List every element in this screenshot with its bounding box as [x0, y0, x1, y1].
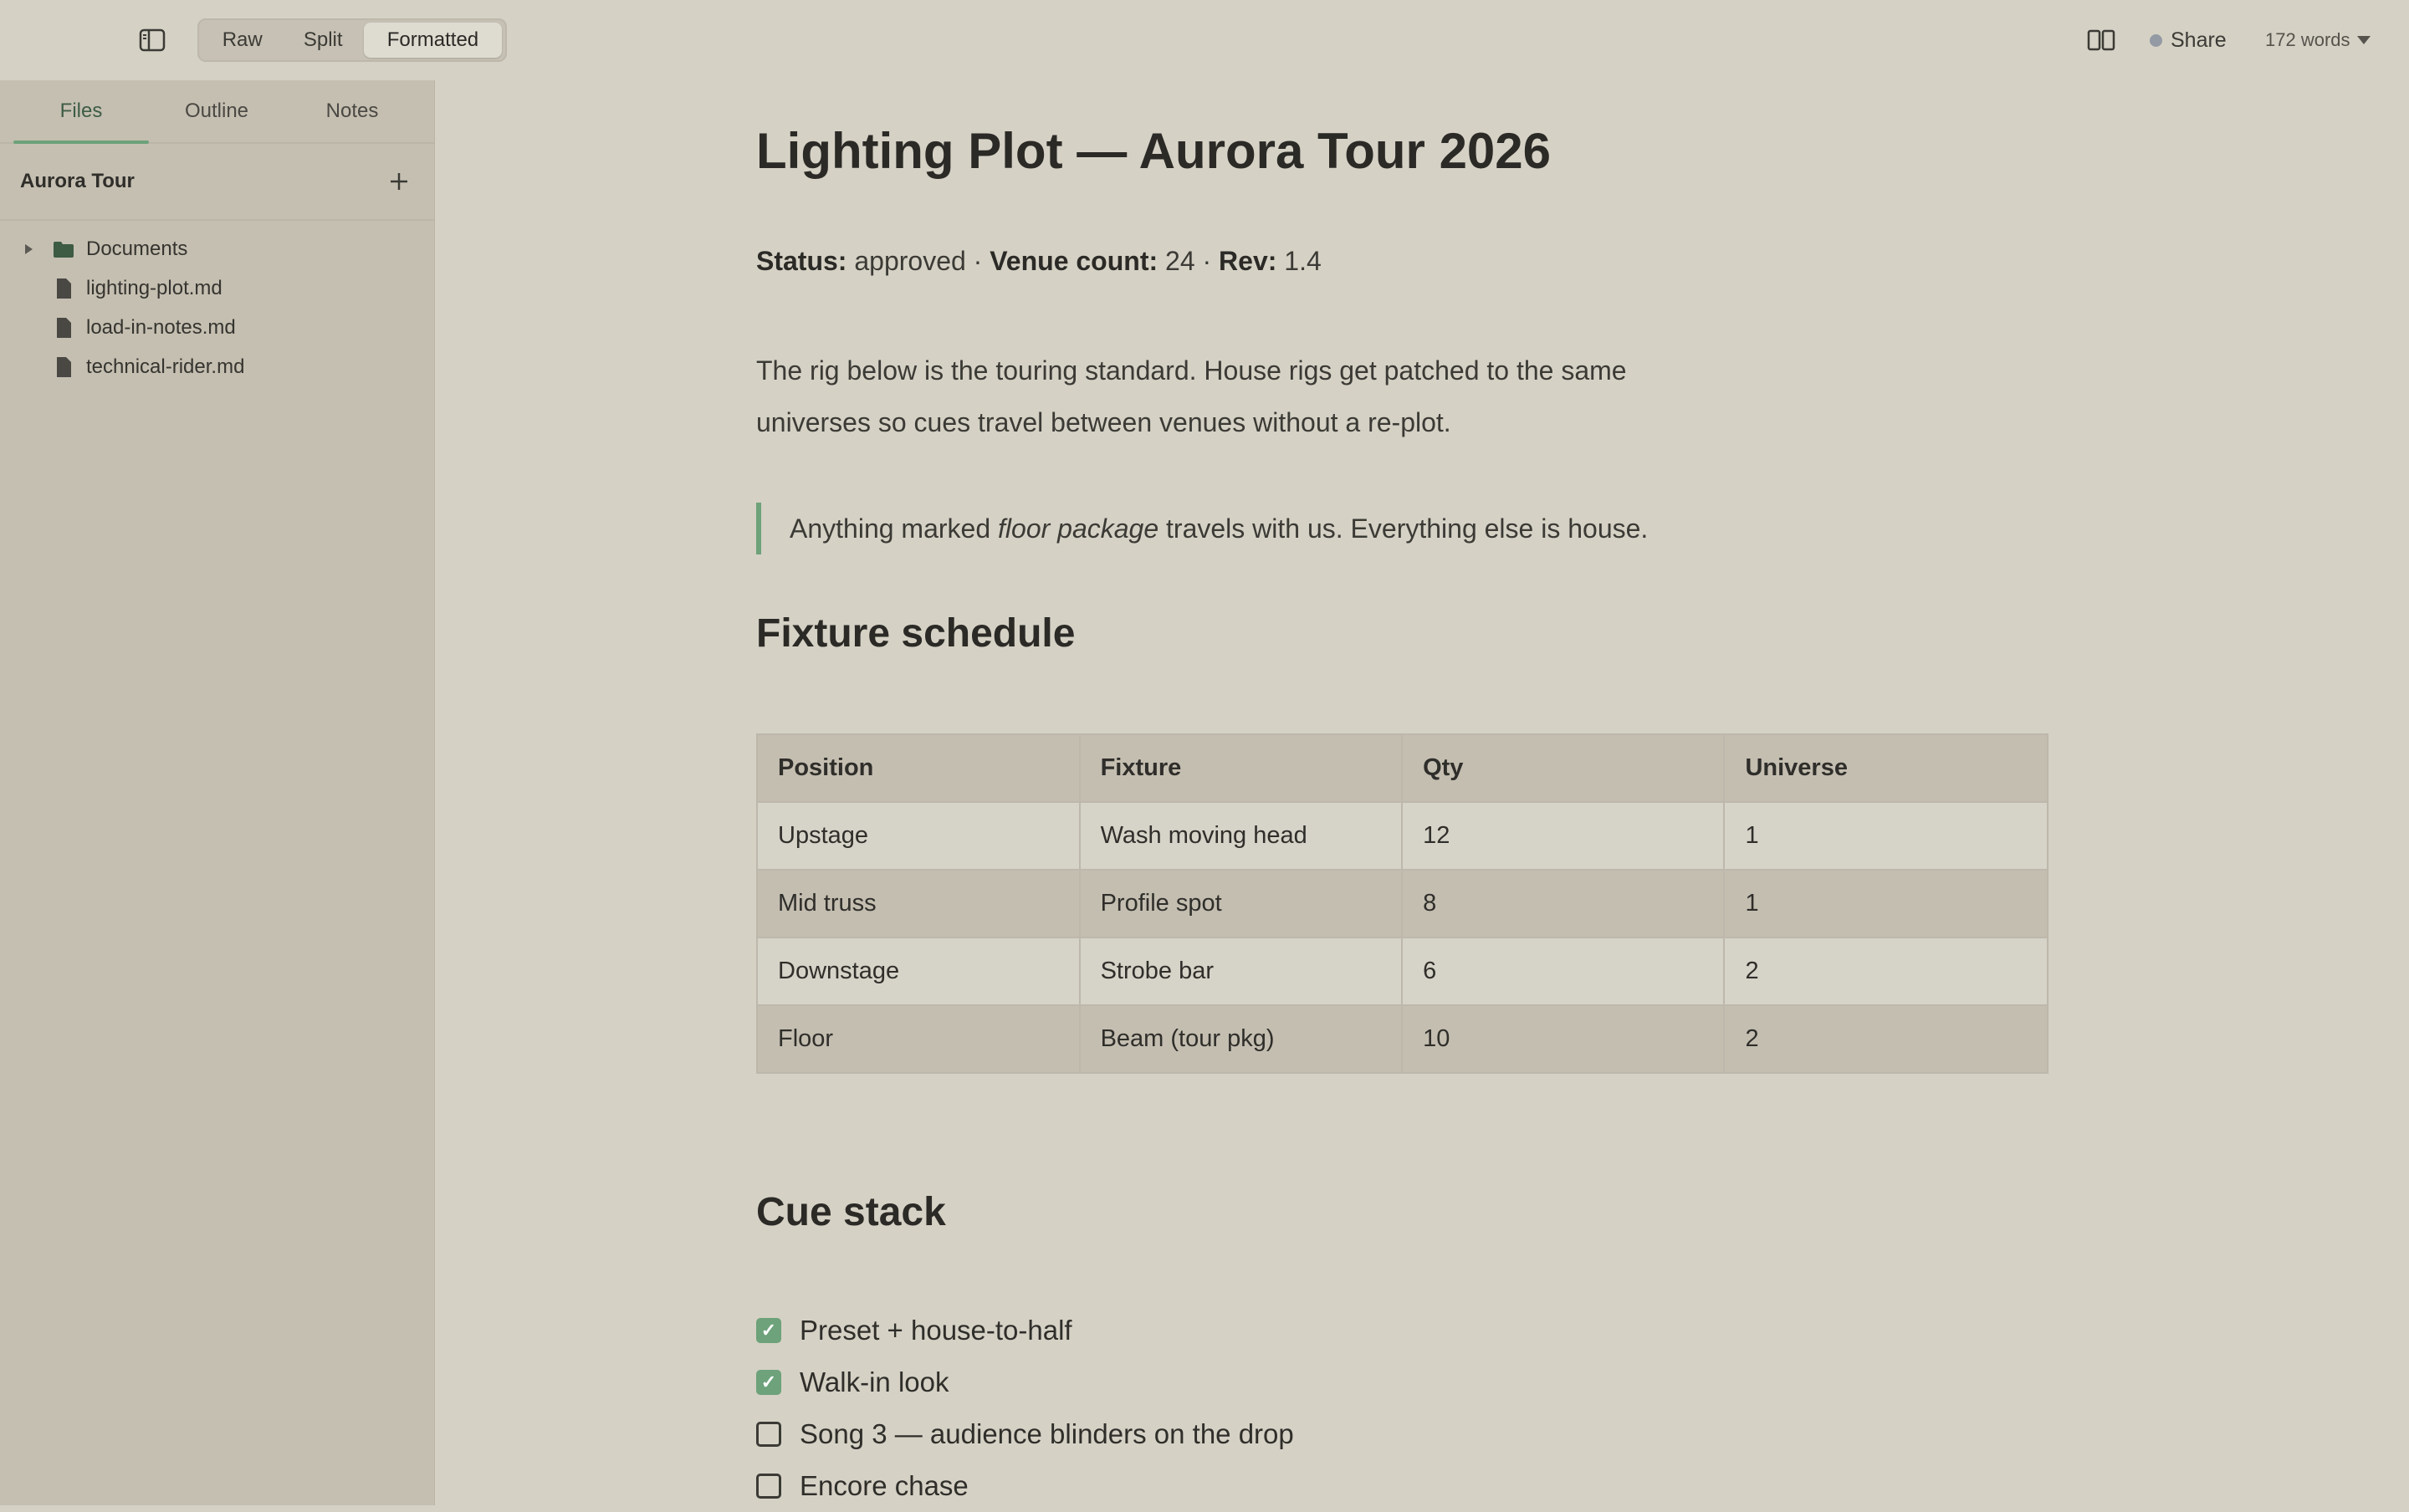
- mode-split-button[interactable]: Split: [282, 23, 363, 58]
- share-button[interactable]: Share: [2150, 23, 2227, 57]
- word-count-label: 172 words: [2265, 29, 2350, 50]
- status-label: Status:: [756, 246, 847, 276]
- tree-item-load-in-notes[interactable]: load-in-notes.md: [0, 308, 434, 347]
- cue-stack-heading: Cue stack: [756, 1190, 946, 1234]
- table-header: Qty: [1401, 733, 1726, 803]
- file-icon: [53, 356, 74, 378]
- tab-outline[interactable]: Outline: [149, 80, 284, 142]
- table-cell: Floor: [756, 1004, 1081, 1074]
- intro-paragraph: The rig below is the touring standard. H…: [756, 355, 1627, 437]
- check-icon: ✓: [760, 1320, 777, 1341]
- folder-icon: [53, 238, 74, 260]
- table-header-row: Position Fixture Qty Universe: [756, 733, 2048, 803]
- share-label: Share: [2171, 28, 2227, 52]
- presence-dot-icon: [2150, 33, 2162, 47]
- task-label: Walk-in look: [800, 1366, 949, 1397]
- tree-item-technical-rider[interactable]: technical-rider.md: [0, 347, 434, 386]
- checkbox-checked[interactable]: ✓: [756, 1370, 781, 1395]
- rev-value: 1.4: [1284, 246, 1322, 276]
- venue-count-label: Venue count:: [990, 246, 1158, 276]
- view-mode-switch: Raw Split Formatted: [197, 18, 507, 62]
- project-header: Aurora Tour: [0, 144, 434, 221]
- check-icon: ✓: [760, 1372, 777, 1392]
- status-value: approved: [854, 246, 966, 276]
- tree-item-label: Documents: [86, 237, 188, 260]
- tab-files[interactable]: Files: [13, 80, 149, 144]
- table-cell: 10: [1401, 1004, 1726, 1074]
- file-icon: [53, 278, 74, 299]
- mode-raw-button[interactable]: Raw: [202, 23, 282, 58]
- table-row: Downstage Strobe bar 6 2: [756, 937, 2048, 1006]
- quote-emphasis: floor package: [998, 513, 1159, 544]
- document-meta: Status: approved · Venue count: 24 · Rev…: [756, 246, 1322, 277]
- table-cell: Mid truss: [756, 869, 1081, 938]
- task-label: Song 3 — audience blinders on the drop: [800, 1418, 1294, 1449]
- table-row: Mid truss Profile spot 8 1: [756, 869, 2048, 938]
- blockquote: Anything marked floor package travels wi…: [756, 503, 1648, 554]
- table-cell: Upstage: [756, 801, 1081, 871]
- word-count-dropdown[interactable]: 172 words: [2265, 23, 2371, 57]
- checkbox-unchecked[interactable]: [756, 1422, 781, 1447]
- table-cell: 2: [1723, 937, 2048, 1006]
- table-cell: Profile spot: [1078, 869, 1404, 938]
- task-item: ✓ Preset + house-to-half: [756, 1305, 1294, 1356]
- sidebar: Files Outline Notes Aurora Tour Document…: [0, 80, 435, 1505]
- document-title: Lighting Plot — Aurora Tour 2026: [756, 123, 1552, 179]
- tree-item-lighting-plot[interactable]: lighting-plot.md: [0, 268, 434, 308]
- task-item: Encore chase: [756, 1460, 1294, 1512]
- fixture-schedule-heading: Fixture schedule: [756, 611, 1076, 656]
- checkbox-unchecked[interactable]: [756, 1474, 781, 1499]
- table-row: Upstage Wash moving head 12 1: [756, 801, 2048, 871]
- table-cell: 1: [1723, 801, 2048, 871]
- chevron-right-icon[interactable]: [25, 243, 33, 254]
- task-label: Encore chase: [800, 1470, 969, 1501]
- tree-item-documents[interactable]: Documents: [0, 229, 434, 268]
- table-cell: 1: [1723, 869, 2048, 938]
- table-cell: 2: [1723, 1004, 2048, 1074]
- project-name: Aurora Tour: [20, 170, 135, 192]
- venue-count-value: 24: [1165, 246, 1195, 276]
- task-item: Song 3 — audience blinders on the drop: [756, 1408, 1294, 1460]
- table-cell: Downstage: [756, 937, 1081, 1006]
- sidebar-tabs: Files Outline Notes: [0, 80, 434, 144]
- table-cell: Wash moving head: [1078, 801, 1404, 871]
- quote-text-after: travels with us. Everything else is hous…: [1158, 513, 1649, 544]
- fixture-table: Position Fixture Qty Universe Upstage Wa…: [756, 733, 2048, 1074]
- table-cell: 6: [1401, 937, 1726, 1006]
- rev-label: Rev:: [1219, 246, 1277, 276]
- task-label: Preset + house-to-half: [800, 1315, 1072, 1346]
- mode-formatted-button[interactable]: Formatted: [363, 23, 502, 58]
- quote-text-before: Anything marked: [790, 513, 999, 544]
- meta-separator: ·: [973, 246, 983, 276]
- table-header: Universe: [1723, 733, 2048, 803]
- table-header: Position: [756, 733, 1081, 803]
- tree-item-label: lighting-plot.md: [86, 276, 222, 299]
- table-row: Floor Beam (tour pkg) 10 2: [756, 1004, 2048, 1074]
- tree-item-label: technical-rider.md: [86, 355, 245, 378]
- chevron-down-icon: [2356, 36, 2371, 44]
- table-header: Fixture: [1078, 733, 1404, 803]
- meta-separator: ·: [1202, 246, 1212, 276]
- table-cell: 8: [1401, 869, 1726, 938]
- file-icon: [53, 317, 74, 339]
- task-item: ✓ Walk-in look: [756, 1356, 1294, 1408]
- file-tree: Documents lighting-plot.md load-in-notes…: [0, 221, 434, 386]
- tree-item-label: load-in-notes.md: [86, 315, 236, 339]
- table-cell: Strobe bar: [1078, 937, 1404, 1006]
- table-cell: 12: [1401, 801, 1726, 871]
- top-toolbar: Raw Split Formatted Share 172 words: [0, 0, 2409, 80]
- task-list: ✓ Preset + house-to-half ✓ Walk-in look …: [756, 1305, 1294, 1512]
- table-cell: Beam (tour pkg): [1078, 1004, 1404, 1074]
- book-icon[interactable]: [2086, 25, 2116, 55]
- tab-notes[interactable]: Notes: [284, 80, 420, 142]
- checkbox-checked[interactable]: ✓: [756, 1318, 781, 1343]
- sidebar-toggle-icon[interactable]: [137, 25, 167, 55]
- plus-icon[interactable]: [384, 166, 414, 197]
